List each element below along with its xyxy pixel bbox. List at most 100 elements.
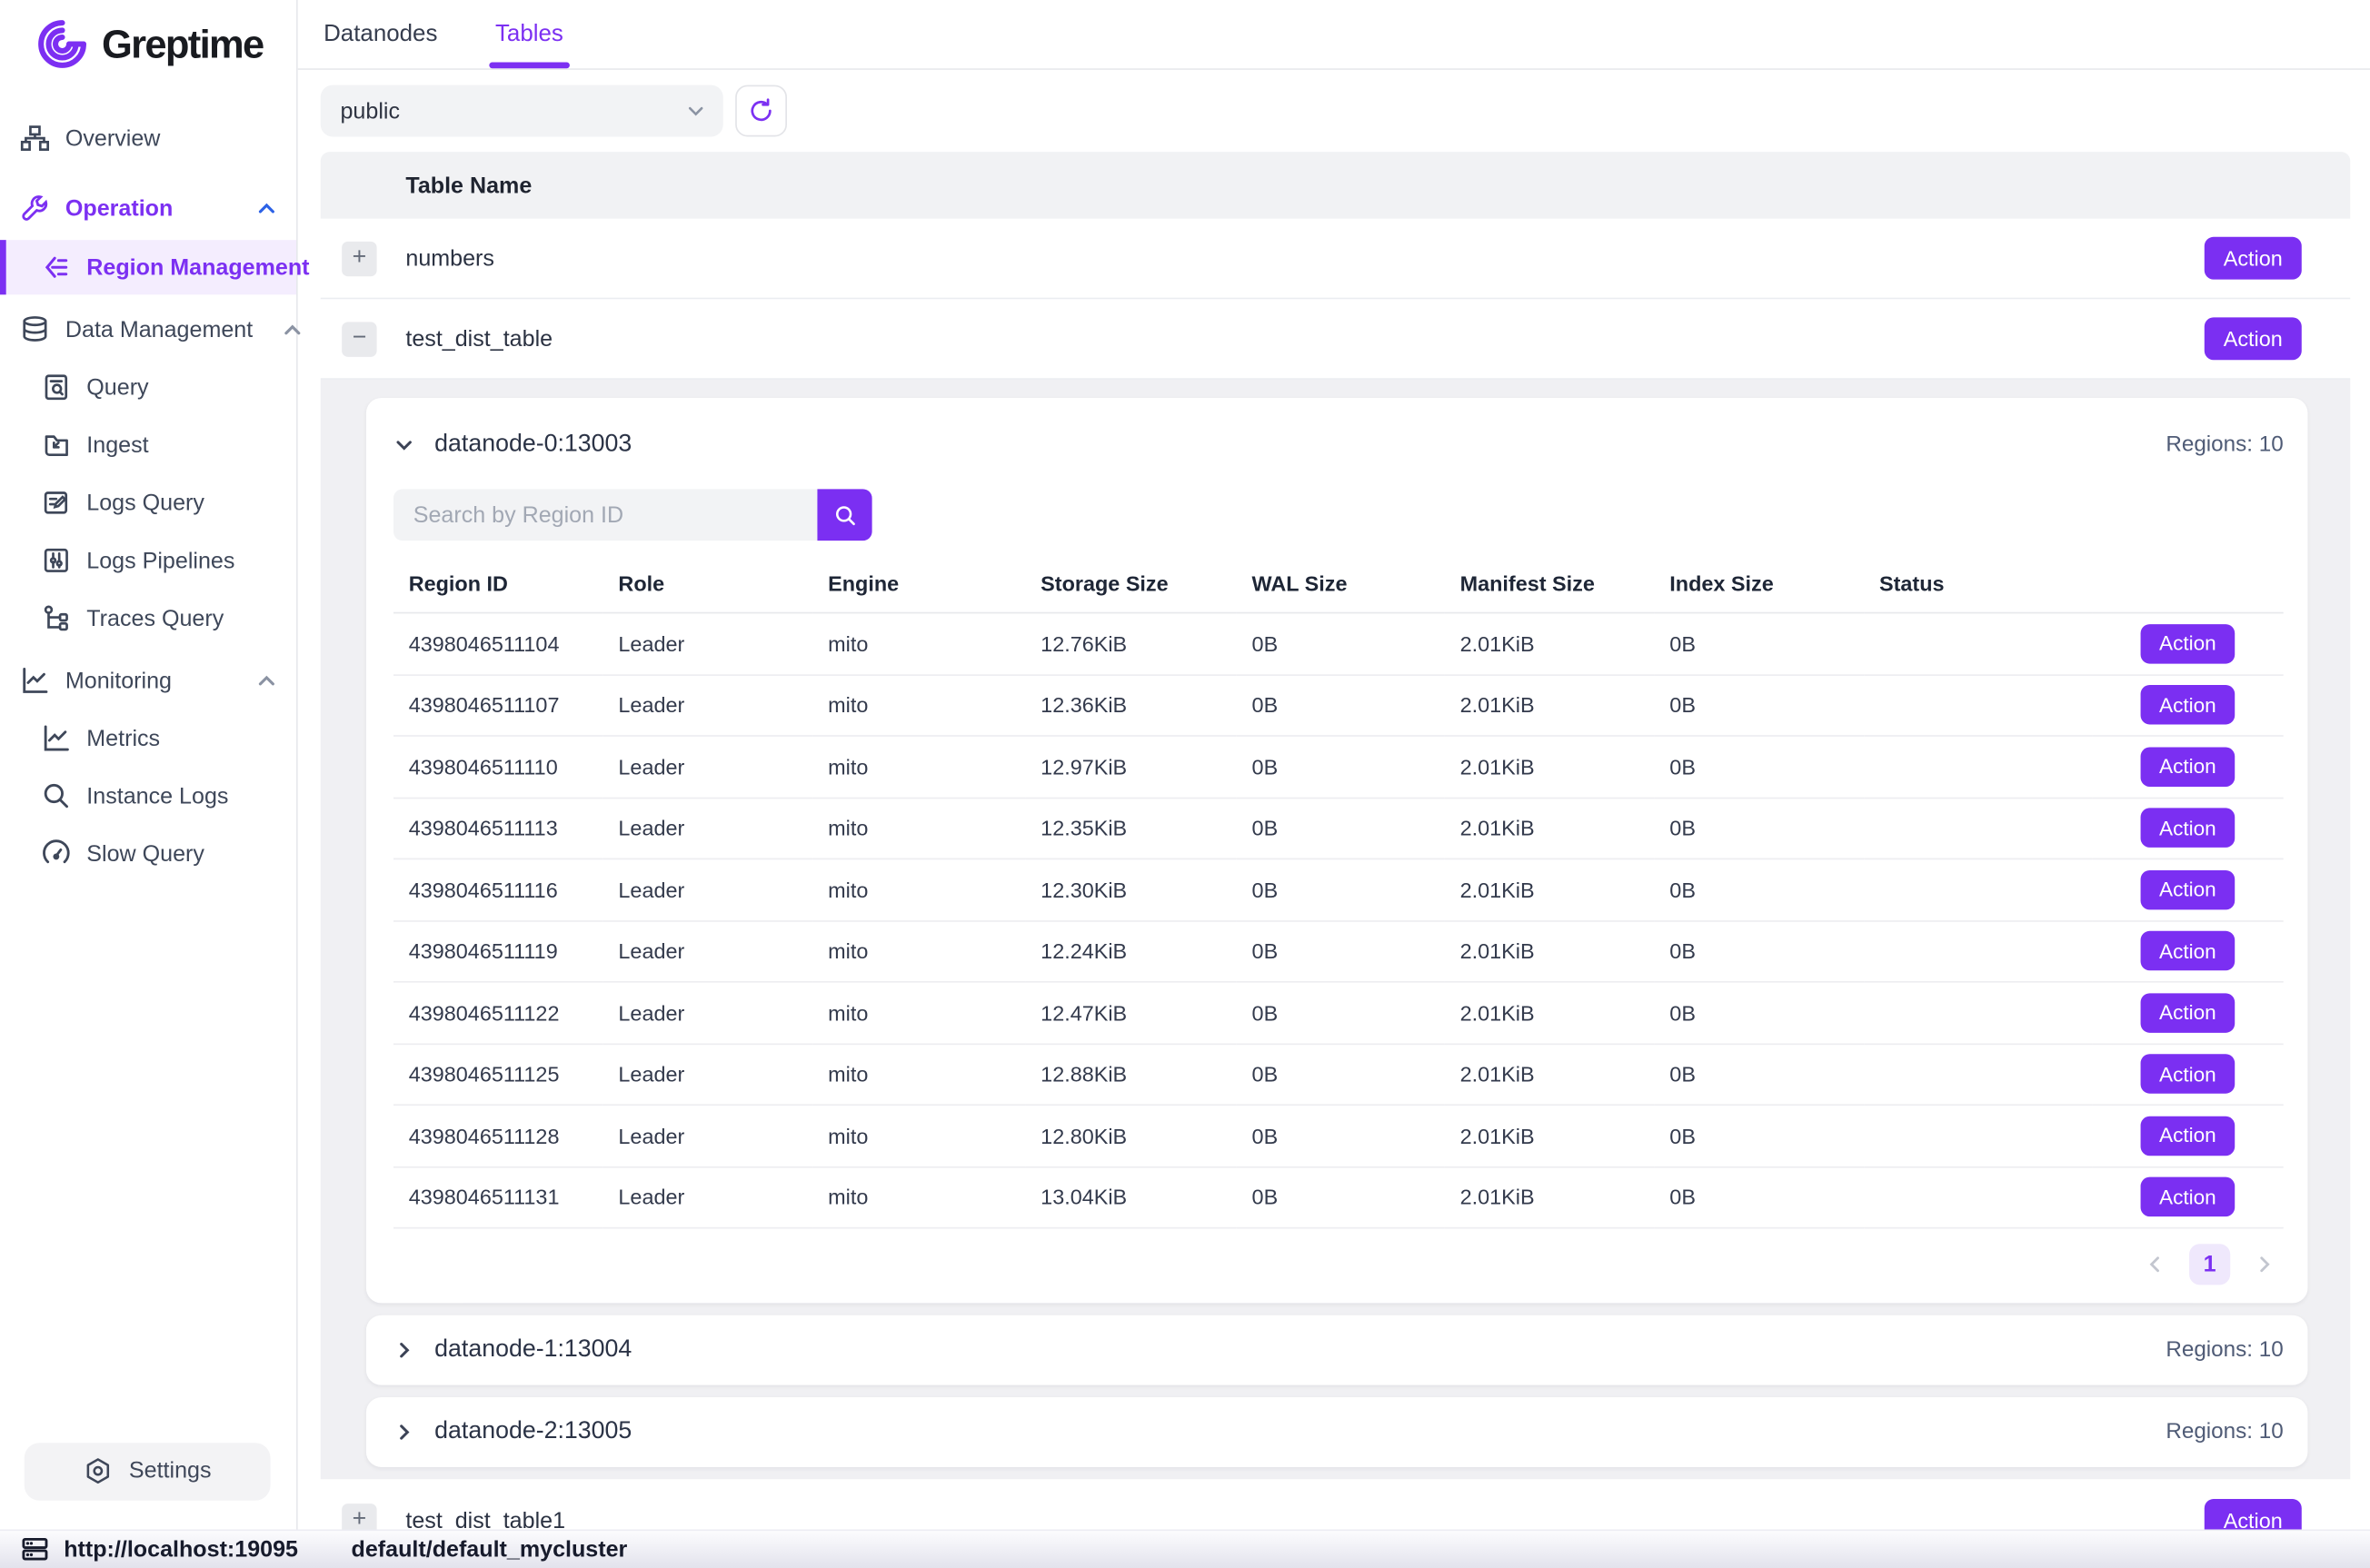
pagination-page-1[interactable]: 1 (2189, 1244, 2230, 1285)
table-name: numbers (405, 245, 494, 271)
pagination-prev-button[interactable] (2146, 1255, 2166, 1275)
region-cell-role: Leader (603, 1166, 813, 1228)
brand-logo[interactable]: Greptime (30, 12, 296, 75)
datanode-name: datanode-0:13003 (434, 432, 632, 459)
region-action-button[interactable]: Action (2141, 993, 2236, 1032)
table-row-numbers: + numbers Action (321, 219, 2351, 300)
collapse-minus-button[interactable]: − (342, 322, 376, 356)
region-search-button[interactable] (817, 489, 871, 541)
region-cell-role: Leader (603, 858, 813, 920)
line-chart-icon (20, 665, 50, 695)
col-status: Status (1864, 559, 2092, 612)
region-cell-status (1864, 798, 2092, 859)
region-row: 4398046511119Leadermito12.24KiB0B2.01KiB… (393, 920, 2284, 982)
sidebar-item-instance-logs[interactable]: Instance Logs (0, 767, 296, 825)
region-action-button[interactable]: Action (2141, 931, 2236, 970)
region-cell-role: Leader (603, 920, 813, 982)
region-action-button[interactable]: Action (2141, 870, 2236, 909)
sliders-icon (41, 545, 71, 575)
col-engine: Engine (812, 559, 1025, 612)
greptime-spiral-icon (30, 12, 94, 75)
region-cell-status (1864, 1105, 2092, 1166)
sidebar-item-overview[interactable]: Overview (0, 109, 296, 167)
sidebar-item-label: Overview (65, 125, 161, 151)
region-cell-wal: 0B (1237, 1166, 1445, 1228)
sidebar-item-query[interactable]: Query (0, 359, 296, 417)
sidebar-item-logs-query[interactable]: Logs Query (0, 474, 296, 532)
table-action-button[interactable]: Action (2205, 237, 2302, 280)
regions-count: Regions: 10 (2166, 1420, 2283, 1444)
sidebar-item-label: Operation (65, 195, 173, 221)
region-cell-region_id: 4398046511113 (393, 798, 603, 859)
region-cell-status (1864, 736, 2092, 798)
col-storage-size: Storage Size (1025, 559, 1236, 612)
datanode-2-header[interactable]: datanode-2:13005 Regions: 10 (393, 1397, 2284, 1467)
region-cell-storage: 12.47KiB (1025, 982, 1236, 1044)
sidebar-item-operation[interactable]: Operation (0, 179, 296, 237)
server-url[interactable]: http://localhost:19095 (64, 1536, 298, 1562)
datanodes-panel: datanode-0:13003 Regions: 10 (321, 380, 2351, 1479)
sidebar-item-slow-query[interactable]: Slow Query (0, 825, 296, 883)
expand-plus-button[interactable]: + (342, 1503, 376, 1528)
settings-hexagon-icon (84, 1456, 113, 1485)
region-cell-action: Action (2092, 982, 2284, 1044)
tab-bar: Datanodes Tables (298, 0, 2370, 70)
region-action-button[interactable]: Action (2141, 1177, 2236, 1216)
datanode-0-header[interactable]: datanode-0:13003 Regions: 10 (393, 422, 2284, 468)
settings-button[interactable]: Settings (25, 1442, 271, 1500)
region-cell-storage: 12.80KiB (1025, 1105, 1236, 1166)
region-cell-region_id: 4398046511116 (393, 858, 603, 920)
table-action-button[interactable]: Action (2205, 1499, 2302, 1529)
table-action-button[interactable]: Action (2205, 317, 2302, 360)
refresh-button[interactable] (735, 85, 787, 137)
region-cell-index: 0B (1655, 1166, 1865, 1228)
table-row-test-dist-table1: + test_dist_table1 Action (321, 1479, 2351, 1528)
chevron-up-icon (284, 320, 304, 340)
region-cell-engine: mito (812, 1044, 1025, 1106)
sidebar-item-data-management[interactable]: Data Management (0, 301, 296, 359)
region-row: 4398046511125Leadermito12.88KiB0B2.01KiB… (393, 1044, 2284, 1106)
schema-select[interactable]: public (321, 85, 723, 137)
region-row: 4398046511122Leadermito12.47KiB0B2.01KiB… (393, 982, 2284, 1044)
sidebar-item-monitoring[interactable]: Monitoring (0, 651, 296, 710)
datanode-1-header[interactable]: datanode-1:13004 Regions: 10 (393, 1315, 2284, 1385)
region-cell-role: Leader (603, 982, 813, 1044)
region-action-button[interactable]: Action (2141, 809, 2236, 848)
col-manifest-size: Manifest Size (1445, 559, 1655, 612)
region-search-input[interactable] (393, 489, 817, 541)
tab-tables[interactable]: Tables (493, 0, 567, 68)
region-action-button[interactable]: Action (2141, 1055, 2236, 1094)
region-cell-wal: 0B (1237, 674, 1445, 736)
region-action-button[interactable]: Action (2141, 624, 2236, 663)
region-cell-manifest: 2.01KiB (1445, 858, 1655, 920)
region-action-button[interactable]: Action (2141, 747, 2236, 786)
pagination: 1 (393, 1244, 2275, 1285)
regions-count: Regions: 10 (2166, 432, 2283, 457)
region-cell-status (1864, 920, 2092, 982)
sidebar-item-logs-pipelines[interactable]: Logs Pipelines (0, 531, 296, 590)
region-cell-region_id: 4398046511131 (393, 1166, 603, 1228)
region-row: 4398046511131Leadermito13.04KiB0B2.01KiB… (393, 1166, 2284, 1228)
sidebar-item-region-management[interactable]: Region Management (0, 240, 296, 294)
sidebar-item-metrics[interactable]: Metrics (0, 710, 296, 768)
tab-datanodes[interactable]: Datanodes (321, 0, 441, 68)
datanode-card-0: datanode-0:13003 Regions: 10 (366, 398, 2308, 1303)
region-cell-storage: 12.35KiB (1025, 798, 1236, 859)
sidebar-item-ingest[interactable]: Ingest (0, 416, 296, 474)
region-cell-storage: 12.36KiB (1025, 674, 1236, 736)
sidebar: Greptime Overview (0, 0, 298, 1529)
region-cell-action: Action (2092, 613, 2284, 675)
region-row: 4398046511113Leadermito12.35KiB0B2.01KiB… (393, 798, 2284, 859)
pagination-next-button[interactable] (2255, 1255, 2275, 1275)
cluster-name[interactable]: default/default_mycluster (352, 1536, 628, 1562)
expand-plus-button[interactable]: + (342, 241, 376, 275)
region-action-button[interactable]: Action (2141, 1116, 2236, 1155)
region-search-row (393, 489, 2284, 541)
sidebar-item-traces-query[interactable]: Traces Query (0, 590, 296, 648)
region-cell-manifest: 2.01KiB (1445, 1105, 1655, 1166)
region-cell-index: 0B (1655, 674, 1865, 736)
region-cell-engine: mito (812, 798, 1025, 859)
region-action-button[interactable]: Action (2141, 685, 2236, 724)
sidebar-item-label: Query (86, 374, 148, 400)
tab-label: Datanodes (324, 21, 437, 48)
